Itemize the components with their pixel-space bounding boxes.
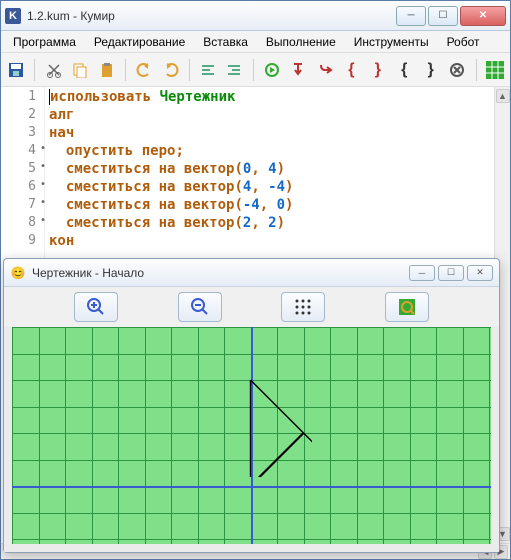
scroll-up-icon[interactable]: ▲ bbox=[496, 89, 510, 103]
drawer-minimize-button[interactable]: ─ bbox=[409, 265, 435, 281]
code-line[interactable]: алг bbox=[49, 107, 506, 125]
app-icon: K bbox=[5, 8, 21, 24]
code-line[interactable]: сместиться на вектор(2, 2) bbox=[49, 215, 506, 233]
menu-execute[interactable]: Выполнение bbox=[258, 33, 344, 51]
close-button[interactable]: ✕ bbox=[460, 6, 506, 26]
black-brace-close-icon[interactable]: } bbox=[420, 58, 442, 82]
line-number: 3 bbox=[1, 125, 44, 143]
drawer-title: Чертежник - Начало bbox=[32, 266, 406, 280]
line-number: 1 bbox=[1, 89, 44, 107]
grid-toggle-icon[interactable] bbox=[281, 292, 325, 322]
maximize-button[interactable]: ☐ bbox=[428, 6, 458, 26]
drawer-app-icon: 😊 bbox=[10, 265, 26, 281]
run-icon[interactable] bbox=[261, 58, 283, 82]
undo-icon[interactable] bbox=[133, 58, 155, 82]
minimize-button[interactable]: ─ bbox=[396, 6, 426, 26]
line-number: 9 bbox=[1, 233, 44, 251]
drawer-toolbar bbox=[4, 287, 499, 327]
toolbar: { } { } bbox=[1, 53, 510, 87]
window-title: 1.2.kum - Кумир bbox=[27, 9, 394, 23]
menu-edit[interactable]: Редактирование bbox=[86, 33, 193, 51]
black-brace-open-icon[interactable]: { bbox=[393, 58, 415, 82]
menu-program[interactable]: Программа bbox=[5, 33, 84, 51]
fit-icon[interactable] bbox=[385, 292, 429, 322]
drawer-window: 😊 Чертежник - Начало ─ ☐ ✕ bbox=[3, 258, 500, 553]
line-number: 7 bbox=[1, 197, 44, 215]
line-number: 4 bbox=[1, 143, 44, 161]
titlebar: K 1.2.kum - Кумир ─ ☐ ✕ bbox=[1, 1, 510, 31]
drawer-maximize-button[interactable]: ☐ bbox=[438, 265, 464, 281]
drawer-close-button[interactable]: ✕ bbox=[467, 265, 493, 281]
step-over-icon[interactable] bbox=[287, 58, 309, 82]
red-brace-open-icon[interactable]: { bbox=[340, 58, 362, 82]
drawer-titlebar: 😊 Чертежник - Начало ─ ☐ ✕ bbox=[4, 259, 499, 287]
indent-right-icon[interactable] bbox=[223, 58, 245, 82]
red-brace-close-icon[interactable]: } bbox=[367, 58, 389, 82]
line-number: 2 bbox=[1, 107, 44, 125]
zoom-in-icon[interactable] bbox=[74, 292, 118, 322]
menu-insert[interactable]: Вставка bbox=[195, 33, 256, 51]
code-line[interactable]: нач bbox=[49, 125, 506, 143]
line-number: 5 bbox=[1, 161, 44, 179]
code-line[interactable]: сместиться на вектор(-4, 0) bbox=[49, 197, 506, 215]
menubar: Программа Редактирование Вставка Выполне… bbox=[1, 31, 510, 53]
indent-left-icon[interactable] bbox=[197, 58, 219, 82]
code-line[interactable]: опустить перо; bbox=[49, 143, 506, 161]
save-icon[interactable] bbox=[5, 58, 27, 82]
code-line[interactable]: сместиться на вектор(4, -4) bbox=[49, 179, 506, 197]
grid-icon[interactable] bbox=[483, 58, 505, 82]
copy-icon[interactable] bbox=[69, 58, 91, 82]
paste-icon[interactable] bbox=[95, 58, 117, 82]
zoom-out-icon[interactable] bbox=[178, 292, 222, 322]
code-line[interactable]: кон bbox=[49, 233, 506, 251]
drawer-canvas[interactable] bbox=[4, 327, 499, 552]
line-number: 8 bbox=[1, 215, 44, 233]
line-number: 6 bbox=[1, 179, 44, 197]
code-line[interactable]: использовать Чертежник bbox=[49, 89, 506, 107]
cancel-icon[interactable] bbox=[446, 58, 468, 82]
menu-tools[interactable]: Инструменты bbox=[346, 33, 437, 51]
redo-icon[interactable] bbox=[159, 58, 181, 82]
step-into-icon[interactable] bbox=[314, 58, 336, 82]
code-line[interactable]: сместиться на вектор(0, 4) bbox=[49, 161, 506, 179]
cut-icon[interactable] bbox=[42, 58, 64, 82]
menu-robot[interactable]: Робот bbox=[439, 33, 488, 51]
